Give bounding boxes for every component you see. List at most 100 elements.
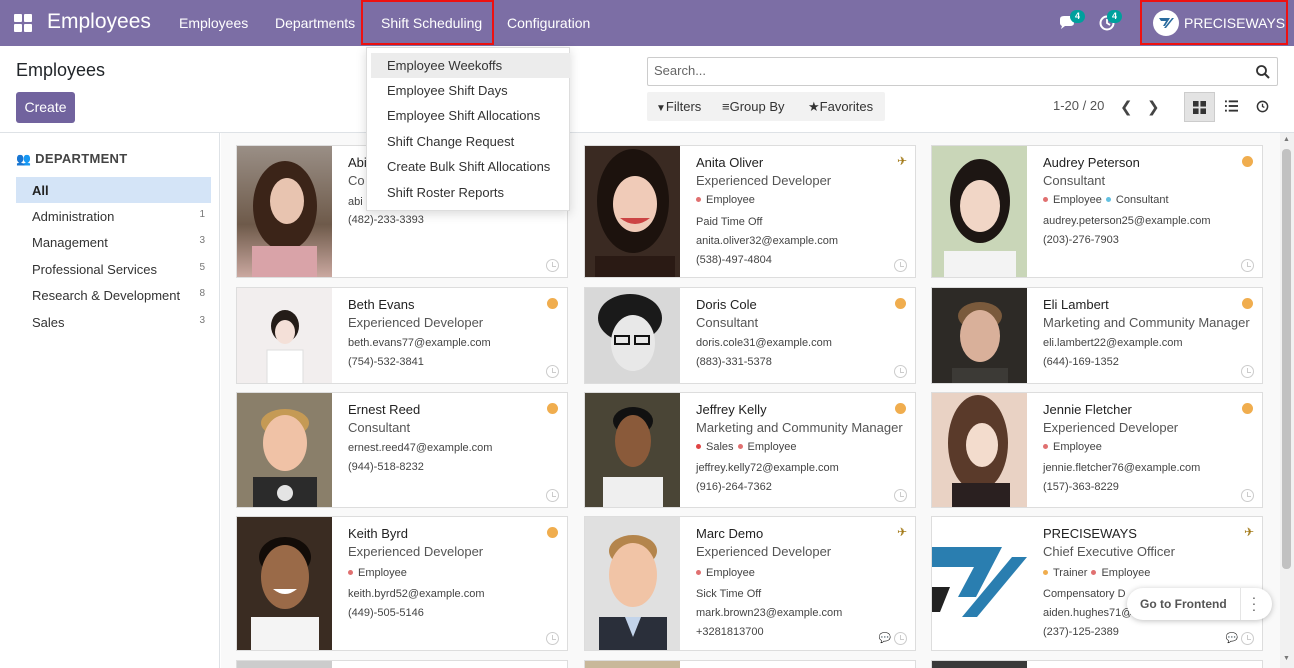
employee-name: PRECISEWAYS xyxy=(1043,526,1137,541)
scroll-down-arrow-icon[interactable]: ▼ xyxy=(1283,655,1290,662)
menu-employee-shift-allocations[interactable]: Employee Shift Allocations xyxy=(371,103,570,128)
tag-employee: Employee xyxy=(696,567,755,579)
department-panel: 👥 DEPARTMENT All Administration 1 Managem… xyxy=(0,133,220,668)
favorites-button[interactable]: ★Favorites xyxy=(808,99,873,115)
filters-button[interactable]: ▼Filters xyxy=(656,99,701,114)
activity-clock-icon[interactable] xyxy=(546,259,559,272)
department-count: 1 xyxy=(199,209,205,220)
employee-job-title: Experienced Developer xyxy=(696,173,832,188)
employee-card[interactable] xyxy=(584,660,916,668)
employee-phone: (916)-264-7362 xyxy=(696,481,772,493)
activity-clock-icon[interactable] xyxy=(546,365,559,378)
scroll-up-arrow-icon[interactable]: ▲ xyxy=(1283,136,1290,143)
tag-employee: Employee xyxy=(348,567,407,579)
employee-card[interactable]: Beth Evans Experienced Developer beth.ev… xyxy=(236,287,568,384)
activity-clock-icon[interactable] xyxy=(546,632,559,645)
employee-photo xyxy=(932,288,1027,383)
activity-view-button[interactable] xyxy=(1247,92,1278,122)
activity-clock-icon[interactable] xyxy=(546,489,559,502)
department-item-professional-services[interactable]: Professional Services 5 xyxy=(16,256,211,282)
tag-sales: Sales xyxy=(696,441,734,453)
activity-clock-icon[interactable] xyxy=(894,365,907,378)
go-to-frontend-button[interactable]: Go to Frontend xyxy=(1140,597,1227,611)
divider xyxy=(1240,588,1241,620)
menu-create-bulk-shift-allocations[interactable]: Create Bulk Shift Allocations xyxy=(371,154,570,179)
employee-card[interactable]: Jennie Fletcher Experienced Developer Em… xyxy=(931,392,1263,508)
department-count: 5 xyxy=(199,262,205,273)
employee-job-title: Experienced Developer xyxy=(348,315,484,330)
employee-card[interactable]: Ernest Reed Consultant ernest.reed47@exa… xyxy=(236,392,568,508)
activity-clock-icon[interactable] xyxy=(894,259,907,272)
pager-previous-icon[interactable]: ❮ xyxy=(1120,98,1133,116)
app-title[interactable]: Employees xyxy=(47,10,151,34)
employee-card[interactable] xyxy=(236,660,568,668)
apps-menu-icon[interactable] xyxy=(14,14,32,32)
search-input[interactable] xyxy=(654,63,1244,78)
employee-photo xyxy=(237,288,332,383)
presence-status-dot xyxy=(895,403,906,414)
employee-photo xyxy=(932,393,1027,507)
menu-employee-shift-days[interactable]: Employee Shift Days xyxy=(371,78,570,103)
activity-clock-icon[interactable] xyxy=(1241,489,1254,502)
page-scrollbar[interactable]: ▲ ▼ xyxy=(1280,133,1294,668)
shift-scheduling-dropdown: Employee Weekoffs Employee Shift Days Em… xyxy=(366,47,570,211)
activity-clock-icon[interactable] xyxy=(1241,259,1254,272)
employee-card[interactable]: Jeffrey Kelly Marketing and Community Ma… xyxy=(584,392,916,508)
employee-card[interactable]: Keith Byrd Experienced Developer Employe… xyxy=(236,516,568,651)
menu-employee-weekoffs[interactable]: Employee Weekoffs xyxy=(371,53,570,78)
department-item-all[interactable]: All xyxy=(16,177,211,203)
pager-next-icon[interactable]: ❯ xyxy=(1147,98,1160,116)
employee-card[interactable]: Audrey Peterson Consultant Employee Consu… xyxy=(931,145,1263,278)
menu-departments[interactable]: Departments xyxy=(275,15,355,31)
department-item-management[interactable]: Management 3 xyxy=(16,229,211,255)
clock-icon xyxy=(1256,100,1269,113)
menu-configuration[interactable]: Configuration xyxy=(507,15,590,31)
more-options-icon[interactable]: · · · xyxy=(1251,590,1257,616)
chat-icon[interactable]: 💬 xyxy=(879,633,891,644)
presence-status-dot xyxy=(547,403,558,414)
menu-shift-change-request[interactable]: Shift Change Request xyxy=(371,129,570,154)
department-item-research-development[interactable]: Research & Development 8 xyxy=(16,282,211,308)
employee-tags: Employee Consultant xyxy=(1043,194,1173,206)
employee-card[interactable]: Doris Cole Consultant doris.cole31@examp… xyxy=(584,287,916,384)
menu-employees[interactable]: Employees xyxy=(179,15,248,31)
time-off-status: Paid Time Off xyxy=(696,216,763,228)
activity-clock-icon[interactable] xyxy=(894,632,907,645)
scrollbar-thumb[interactable] xyxy=(1282,149,1291,569)
department-item-sales[interactable]: Sales 3 xyxy=(16,309,211,335)
employee-name: Ernest Reed xyxy=(348,402,421,417)
list-view-button[interactable] xyxy=(1216,92,1247,122)
employee-email: anita.oliver32@example.com xyxy=(696,235,839,247)
employee-name: Jennie Fletcher xyxy=(1043,402,1132,417)
activity-clock-icon[interactable] xyxy=(1241,365,1254,378)
employee-card[interactable]: Marc Demo Experienced Developer Employee… xyxy=(584,516,916,651)
tag-trainer: Trainer xyxy=(1043,567,1087,579)
airplane-icon: ✈ xyxy=(1243,525,1254,539)
employee-card[interactable]: PRECISEWAYS Chief Executive Officer Trai… xyxy=(931,516,1263,651)
menu-shift-roster-reports[interactable]: Shift Roster Reports xyxy=(371,180,570,205)
activity-clock-icon[interactable] xyxy=(894,489,907,502)
employee-name: Eli Lambert xyxy=(1043,297,1109,312)
search-box[interactable] xyxy=(647,57,1278,86)
employee-tags: Employee xyxy=(348,567,411,579)
employee-card[interactable]: Eli Lambert Marketing and Community Mana… xyxy=(931,287,1263,384)
employee-email: aiden.hughes71@ xyxy=(1043,607,1133,619)
search-icon[interactable] xyxy=(1255,64,1271,80)
employee-email: jeffrey.kelly72@example.com xyxy=(696,462,839,474)
airplane-icon: ✈ xyxy=(896,154,907,168)
time-off-status: Compensatory D xyxy=(1043,588,1126,600)
employee-card[interactable] xyxy=(931,660,1263,668)
kanban-view-button[interactable] xyxy=(1184,92,1215,122)
airplane-icon: ✈ xyxy=(896,525,907,539)
group-by-button[interactable]: ≡Group By xyxy=(722,99,785,114)
department-label: Professional Services xyxy=(32,262,157,277)
chat-icon[interactable]: 💬 xyxy=(1226,633,1238,644)
activity-clock-icon[interactable] xyxy=(1241,632,1254,645)
create-button[interactable]: Create xyxy=(16,92,75,123)
department-item-administration[interactable]: Administration 1 xyxy=(16,203,211,229)
employee-name: Marc Demo xyxy=(696,526,764,541)
department-label: Administration xyxy=(32,209,115,224)
employee-card[interactable]: Anita Oliver Experienced Developer Emplo… xyxy=(584,145,916,278)
pager-value[interactable]: 1-20 / 20 xyxy=(1053,98,1104,113)
presence-status-dot xyxy=(1242,298,1253,309)
